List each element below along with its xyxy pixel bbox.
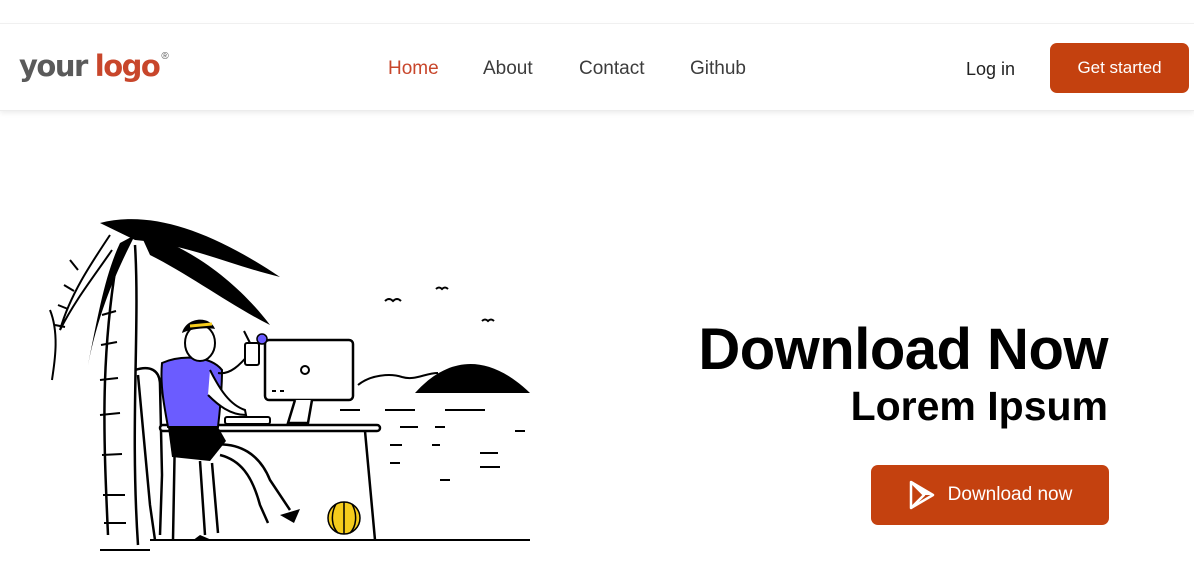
top-band — [0, 0, 1194, 24]
nav-link-github[interactable]: Github — [690, 57, 746, 81]
nav-link-home[interactable]: Home — [388, 57, 439, 81]
hero-illustration — [40, 205, 540, 556]
navbar: your logo ® Home About Contact Github Lo… — [0, 24, 1194, 111]
hero-text: Download Now Lorem Ipsum — [698, 318, 1108, 430]
get-started-button[interactable]: Get started — [1050, 43, 1189, 93]
download-now-button[interactable]: Download now — [871, 465, 1109, 525]
nav-link-about[interactable]: About — [483, 57, 533, 81]
play-store-icon — [908, 480, 936, 510]
hero-subtitle: Lorem Ipsum — [850, 383, 1108, 429]
nav-link-contact[interactable]: Contact — [579, 57, 644, 81]
login-link[interactable]: Log in — [966, 57, 1015, 81]
beach-workspace-illustration — [49, 219, 530, 551]
hero-title: Download Now — [698, 317, 1108, 382]
download-now-label: Download now — [947, 484, 1073, 505]
